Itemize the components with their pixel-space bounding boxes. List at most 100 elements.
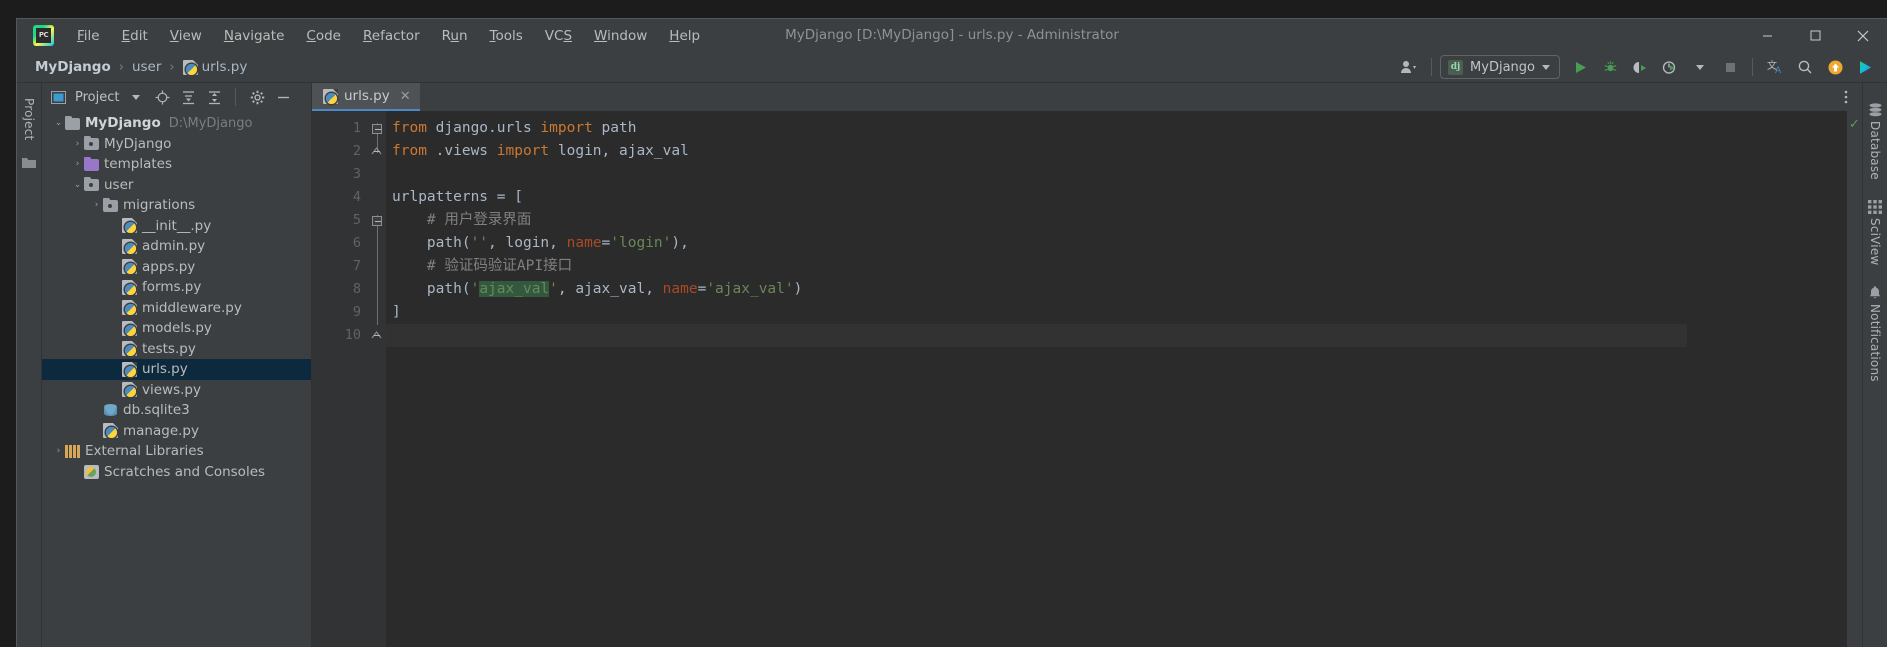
collapse-all-button[interactable] <box>203 86 225 108</box>
python-file-icon <box>323 88 338 104</box>
breadcrumb-item-folder[interactable]: user <box>128 57 165 77</box>
more-options-icon[interactable] <box>1838 89 1854 105</box>
chevron-down-icon[interactable]: ⌄ <box>71 180 84 190</box>
tree-node[interactable]: apps.py <box>42 257 311 278</box>
fold-end-import[interactable] <box>371 146 382 157</box>
tree-node[interactable]: urls.py <box>42 359 311 380</box>
tree-node[interactable]: › templates <box>42 154 311 175</box>
stop-button[interactable] <box>1716 55 1744 79</box>
menu-item-run[interactable]: Run <box>431 25 479 47</box>
code-line[interactable]: path('ajax_val', ajax_val, name='ajax_va… <box>386 278 1687 301</box>
project-panel-title: Project <box>75 89 120 105</box>
run-configuration-selector[interactable]: dj MyDjango <box>1440 55 1560 79</box>
menu-item-code[interactable]: Code <box>295 25 352 47</box>
chevron-right-icon[interactable]: › <box>71 159 84 169</box>
scroll-from-source-button[interactable] <box>151 86 173 108</box>
update-arrow-icon[interactable] <box>1821 55 1849 79</box>
tree-node[interactable]: __init__.py <box>42 216 311 237</box>
inspection-markup-stripe[interactable]: ✓ <box>1847 111 1862 647</box>
tool-window-label: Database <box>1868 121 1882 180</box>
chevron-down-icon[interactable]: ⌄ <box>52 118 65 128</box>
tree-node[interactable]: manage.py <box>42 421 311 442</box>
fold-end-urlpatterns[interactable] <box>371 330 382 341</box>
menu-item-tools[interactable]: Tools <box>479 25 534 47</box>
gear-icon[interactable] <box>246 86 268 108</box>
scratches-icon <box>84 464 99 479</box>
tree-node-label: templates <box>104 156 172 173</box>
tool-window-button-project[interactable]: Project <box>22 91 36 147</box>
tree-node[interactable]: admin.py <box>42 236 311 257</box>
editor-tab-urls-py[interactable]: urls.py ✕ <box>312 83 420 111</box>
run-button[interactable] <box>1566 55 1594 79</box>
minimize-button[interactable] <box>1743 19 1791 52</box>
translate-icon[interactable]: 文 A <box>1761 55 1789 79</box>
code-line[interactable]: path('', login, name='login'), <box>386 232 1687 255</box>
menu-item-file[interactable]: File <box>66 25 111 47</box>
code-token: = <box>697 281 707 297</box>
profile-dropdown[interactable] <box>1686 55 1714 79</box>
tree-node[interactable]: › External Libraries <box>42 441 311 462</box>
tree-node[interactable]: forms.py <box>42 277 311 298</box>
structure-folder-icon[interactable] <box>22 157 36 169</box>
tree-node[interactable]: tests.py <box>42 339 311 360</box>
close-icon[interactable]: ✕ <box>400 89 411 104</box>
menu-item-edit[interactable]: Edit <box>111 25 159 47</box>
code-line[interactable]: ] <box>386 301 1687 324</box>
code-folding-gutter[interactable] <box>370 111 386 647</box>
tree-node[interactable]: models.py <box>42 318 311 339</box>
close-button[interactable] <box>1839 19 1887 52</box>
tree-node-label: apps.py <box>142 258 196 275</box>
breadcrumb-item-file[interactable]: urls.py <box>179 57 252 77</box>
fold-toggle-import[interactable] <box>372 123 382 134</box>
play-badge-icon[interactable] <box>1851 55 1879 79</box>
code-line[interactable]: from django.urls import path <box>386 117 1687 140</box>
chevron-down-icon <box>1696 64 1704 70</box>
chevron-right-icon[interactable]: › <box>52 446 65 456</box>
breadcrumb-item-project[interactable]: MyDjango <box>31 57 115 77</box>
tool-window-button-notifications[interactable]: Notifications <box>1868 279 1882 392</box>
tree-node[interactable]: middleware.py <box>42 298 311 319</box>
inspection-ok-icon[interactable]: ✓ <box>1849 118 1860 131</box>
code-content[interactable]: from django.urls import path from .views … <box>386 111 1687 647</box>
source-folder-icon <box>103 197 118 212</box>
menu-item-navigate[interactable]: Navigate <box>213 25 296 47</box>
code-line[interactable] <box>386 324 1687 347</box>
run-with-coverage-button[interactable] <box>1626 55 1654 79</box>
tree-node[interactable]: › migrations <box>42 195 311 216</box>
tool-window-button-sciview[interactable]: SciView <box>1868 194 1882 275</box>
menu-item-vcs[interactable]: VCS <box>534 25 583 47</box>
maximize-button[interactable] <box>1791 19 1839 52</box>
expand-all-button[interactable] <box>177 86 199 108</box>
tree-node[interactable]: views.py <box>42 380 311 401</box>
search-icon[interactable] <box>1791 55 1819 79</box>
user-account-icon[interactable] <box>1395 55 1423 79</box>
pycharm-logo-icon <box>33 25 54 46</box>
tree-node[interactable]: db.sqlite3 <box>42 400 311 421</box>
menu-item-refactor[interactable]: Refactor <box>352 25 431 47</box>
panel-dropdown-button[interactable] <box>125 86 147 108</box>
tree-node[interactable]: ⌄ user <box>42 175 311 196</box>
code-line[interactable]: urlpatterns = [ <box>386 186 1687 209</box>
tree-node[interactable]: ⌄ MyDjango D:\MyDjango <box>42 113 311 134</box>
tree-node-label: tests.py <box>142 340 196 357</box>
tree-node-label: views.py <box>142 381 201 398</box>
menu-item-window[interactable]: Window <box>583 25 658 47</box>
tool-window-button-database[interactable]: Database <box>1868 97 1883 190</box>
profile-button[interactable] <box>1656 55 1684 79</box>
project-tree[interactable]: ⌄ MyDjango D:\MyDjango › MyDjango › templates ⌄… <box>42 111 311 647</box>
hide-panel-button[interactable] <box>272 86 294 108</box>
chevron-right-icon[interactable]: › <box>71 139 84 149</box>
code-line[interactable]: from .views import login, ajax_val <box>386 140 1687 163</box>
debug-button[interactable] <box>1596 55 1624 79</box>
code-line[interactable]: # 验证码验证API接口 <box>386 255 1687 278</box>
tree-node[interactable]: › MyDjango <box>42 134 311 155</box>
code-line[interactable]: # 用户登录界面 <box>386 209 1687 232</box>
code-line[interactable] <box>386 163 1687 186</box>
editor-right-padding <box>1687 111 1847 647</box>
left-tool-strip: Project <box>17 83 42 647</box>
tree-node[interactable]: Scratches and Consoles <box>42 462 311 483</box>
menu-item-help[interactable]: Help <box>658 25 711 47</box>
menu-item-view[interactable]: View <box>159 25 213 47</box>
fold-toggle-urlpatterns[interactable] <box>372 215 382 226</box>
chevron-right-icon[interactable]: › <box>90 200 103 210</box>
